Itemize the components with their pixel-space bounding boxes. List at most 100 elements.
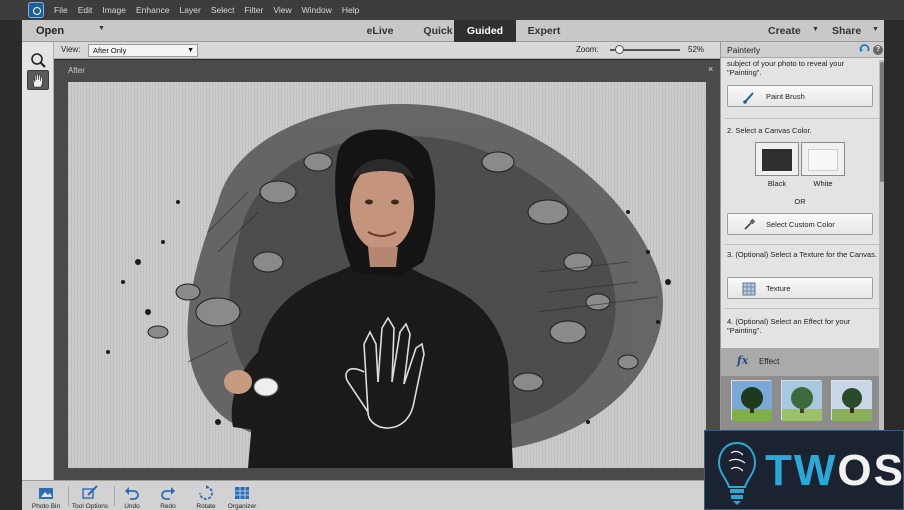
redo-button[interactable]: Redo <box>148 484 188 510</box>
black-canvas-swatch[interactable] <box>755 142 799 176</box>
undo-icon <box>125 487 139 500</box>
step4-text: 4. (Optional) Select an Effect for your … <box>727 317 851 335</box>
document-tab-title: After <box>68 66 85 75</box>
organizer-icon <box>235 487 249 499</box>
redo-label: Redo <box>160 503 176 510</box>
paint-brush-icon <box>743 92 754 104</box>
twos-watermark: TWOS <box>704 430 904 510</box>
tool-panel <box>22 42 54 480</box>
black-swatch-fill <box>762 149 792 171</box>
effect-thumbnail-3[interactable] <box>831 380 872 421</box>
zoom-label: Zoom: <box>576 45 599 54</box>
redo-icon <box>161 487 175 500</box>
organizer-label: Organizer <box>227 503 257 510</box>
photo-bin-label: Photo Bin <box>31 503 61 510</box>
menu-layer[interactable]: Layer <box>180 5 201 15</box>
texture-label: Texture <box>766 284 791 293</box>
chevron-down-icon[interactable]: ▼ <box>872 26 879 33</box>
organizer-button[interactable]: Organizer <box>222 484 262 510</box>
tab-expert[interactable]: Expert <box>516 20 572 42</box>
step3-text: 3. (Optional) Select a Texture for the C… <box>727 250 877 259</box>
step2-text: 2. Select a Canvas Color. <box>727 126 812 135</box>
select-custom-color-button[interactable]: Select Custom Color <box>727 213 873 235</box>
hand-icon <box>32 73 43 88</box>
menu-file[interactable]: File <box>54 5 68 15</box>
zoom-tool-button[interactable] <box>27 50 49 70</box>
white-canvas-swatch[interactable] <box>801 142 845 176</box>
options-bar: View: After Only ▼ Zoom: 52% <box>54 42 720 59</box>
reset-panel-icon[interactable] <box>859 44 870 55</box>
menu-select[interactable]: Select <box>211 5 235 15</box>
brand-part-os: OS <box>837 446 904 495</box>
tab-elive[interactable]: eLive <box>352 20 408 42</box>
rotate-icon <box>199 485 213 500</box>
menu-enhance[interactable]: Enhance <box>136 5 170 15</box>
fx-icon: fx <box>737 354 749 367</box>
tab-guided[interactable]: Guided <box>454 20 516 42</box>
paint-brush-button[interactable]: Paint Brush <box>727 85 873 107</box>
texture-button[interactable]: Texture <box>727 277 873 299</box>
zoom-slider-thumb[interactable] <box>615 45 624 54</box>
effect-label: Effect <box>759 357 780 366</box>
menu-edit[interactable]: Edit <box>78 5 93 15</box>
mode-bar: Open ▼ eLive Quick Guided Expert Create … <box>22 20 884 42</box>
white-label: White <box>813 179 833 188</box>
white-swatch-fill <box>808 149 838 171</box>
app-logo-icon <box>28 2 44 18</box>
chevron-down-icon[interactable]: ▼ <box>812 26 819 33</box>
chevron-down-icon[interactable]: ▼ <box>98 25 105 32</box>
painterly-photo[interactable] <box>68 82 706 468</box>
photo-image <box>106 104 671 468</box>
menu-filter[interactable]: Filter <box>244 5 263 15</box>
menu-view[interactable]: View <box>273 5 291 15</box>
select-custom-color-label: Select Custom Color <box>766 220 835 229</box>
guided-edit-panel: Painterly ? subject of your photo to rev… <box>720 42 885 480</box>
twos-brand-text: TWOS <box>765 443 904 499</box>
menu-help[interactable]: Help <box>342 5 359 15</box>
step1-text: subject of your photo to reveal your "Pa… <box>727 59 845 77</box>
menu-items: File Edit Image Enhance Layer Select Fil… <box>54 0 369 20</box>
help-icon[interactable]: ? <box>873 45 883 55</box>
create-button[interactable]: Create <box>768 20 801 42</box>
undo-button[interactable]: Undo <box>112 484 152 510</box>
undo-label: Undo <box>124 503 140 510</box>
lightbulb-logo-icon <box>717 441 757 505</box>
divider <box>725 118 879 119</box>
effect-thumbnail-1[interactable] <box>731 380 772 421</box>
photo-bin-button[interactable]: Photo Bin <box>26 484 66 510</box>
tree-thumbnail-image <box>732 381 772 421</box>
effect-section-header[interactable]: fx Effect <box>721 348 879 376</box>
tool-options-button[interactable]: Tool Options <box>70 484 110 510</box>
chevron-down-icon: ▼ <box>187 47 194 54</box>
magnifier-icon <box>31 53 46 68</box>
rotate-button[interactable]: Rotate <box>186 484 226 510</box>
separator <box>68 486 69 506</box>
share-button[interactable]: Share <box>832 20 861 42</box>
photo-bin-icon <box>39 488 53 499</box>
open-button[interactable]: Open <box>36 20 64 42</box>
menu-bar: File Edit Image Enhance Layer Select Fil… <box>0 0 904 20</box>
view-select-value: After Only <box>93 46 127 55</box>
menu-window[interactable]: Window <box>302 5 332 15</box>
brand-part-tw: TW <box>765 446 838 495</box>
tool-options-label: Tool Options <box>71 503 109 510</box>
tool-options-icon <box>82 485 98 499</box>
panel-title: Painterly <box>727 45 761 55</box>
rotate-label: Rotate <box>196 503 216 510</box>
panel-header: Painterly ? <box>721 42 885 58</box>
divider <box>725 244 879 245</box>
texture-icon <box>742 282 756 296</box>
paint-brush-label: Paint Brush <box>766 92 805 101</box>
tree-thumbnail-image <box>782 381 822 421</box>
view-label: View: <box>61 45 81 54</box>
hand-tool-button[interactable] <box>27 70 49 90</box>
divider <box>725 308 879 309</box>
zoom-value: 52% <box>688 45 705 54</box>
black-label: Black <box>767 179 787 188</box>
effect-thumbnail-2[interactable] <box>781 380 822 421</box>
view-select[interactable]: After Only ▼ <box>88 44 198 57</box>
eyedropper-icon <box>744 218 756 230</box>
menu-image[interactable]: Image <box>102 5 126 15</box>
tree-thumbnail-image <box>832 381 872 421</box>
close-icon[interactable]: × <box>708 64 713 74</box>
